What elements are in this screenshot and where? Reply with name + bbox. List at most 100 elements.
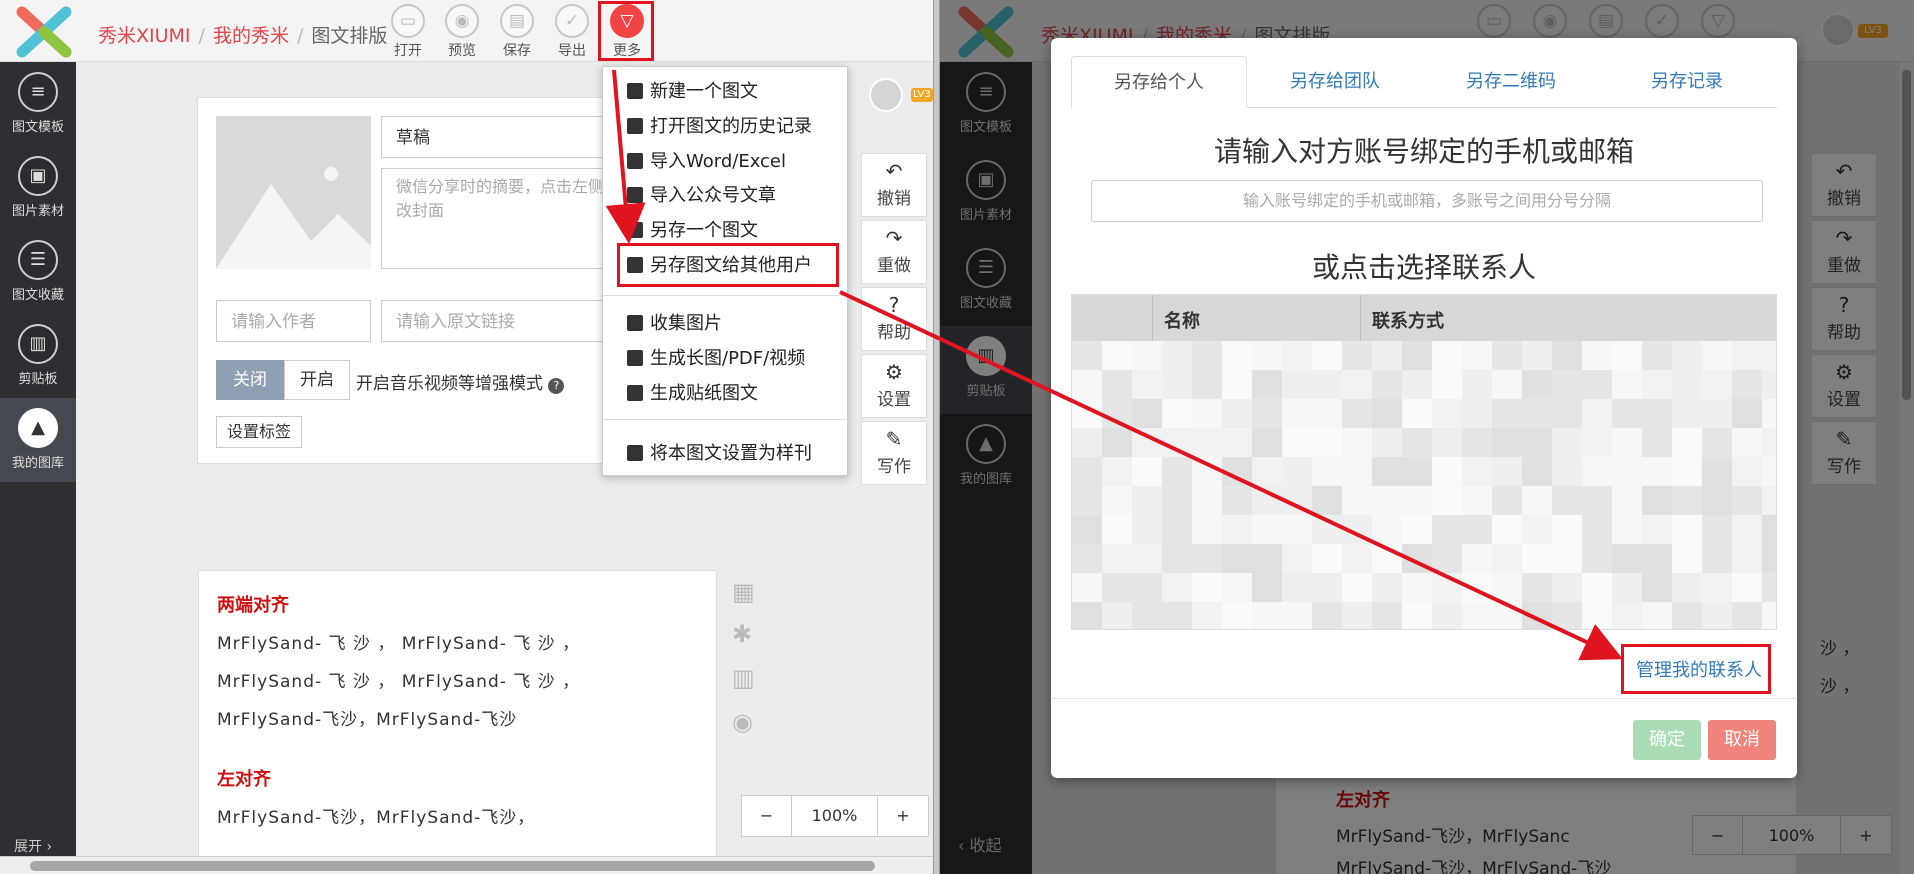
tab-save-history[interactable]: 另存记录 [1599, 56, 1775, 108]
bar-chart-icon[interactable]: ▥ [732, 664, 755, 692]
blur-pixel [1552, 544, 1582, 573]
blur-pixel [1282, 428, 1312, 457]
blur-pixel [1072, 573, 1102, 602]
blur-pixel [1222, 486, 1252, 515]
menu-item-history[interactable]: 打开图文的历史记录 [627, 112, 812, 138]
blur-pixel [1252, 486, 1282, 515]
save-to-user-highlight-box [617, 243, 839, 287]
author-input[interactable]: 请输入作者 [216, 300, 371, 342]
export-button[interactable]: ✓ 导出 [548, 4, 596, 60]
blur-pixel [1072, 544, 1102, 573]
import-icon [627, 153, 643, 169]
blur-pixel [1612, 370, 1642, 399]
blur-pixel [1192, 370, 1222, 399]
help-button[interactable]: ?帮助 [861, 287, 927, 351]
grid-icon[interactable]: ▦ [732, 578, 755, 606]
blur-pixel [1642, 486, 1672, 515]
blurred-contact-rows[interactable] [1072, 341, 1776, 629]
sidebar-item-favorites[interactable]: ☰图文收藏 [0, 230, 76, 314]
blur-pixel [1522, 515, 1552, 544]
title-input[interactable]: 草稿 [381, 116, 638, 158]
save-button[interactable]: ▤ 保存 [493, 4, 541, 60]
sidebar-item-gallery[interactable]: ▲我的图库 [0, 398, 76, 482]
menu-item-set-sample[interactable]: 将本图文设置为样刊 [627, 439, 812, 465]
summary-input[interactable]: 微信分享时的摘要，点击左侧图改封面 [381, 168, 638, 269]
blur-pixel [1192, 602, 1222, 629]
blur-pixel [1462, 399, 1492, 428]
preview-button[interactable]: ◉ 预览 [438, 4, 486, 60]
menu-item-import-word[interactable]: 导入Word/Excel [627, 147, 786, 173]
set-tags-button[interactable]: 设置标签 [216, 416, 302, 448]
toggle-on-button[interactable]: 开启 [284, 360, 350, 400]
menu-item-long-image[interactable]: 生成长图/PDF/视频 [627, 344, 805, 370]
blur-pixel [1642, 515, 1672, 544]
zoom-in-button[interactable]: + [878, 796, 928, 836]
contact-table: 名称 联系方式 [1071, 294, 1777, 630]
tab-save-to-person[interactable]: 另存给个人 [1071, 56, 1247, 108]
blur-pixel [1312, 573, 1342, 602]
editor-card: 草稿 微信分享时的摘要，点击左侧图改封面 请输入作者 请输入原文链接 关闭 开启… [197, 97, 638, 464]
write-button[interactable]: ✎写作 [861, 421, 927, 485]
eye-icon[interactable]: ◉ [732, 708, 753, 736]
blur-pixel [1642, 341, 1672, 370]
cover-placeholder[interactable] [216, 116, 371, 269]
account-input[interactable]: 输入账号绑定的手机或邮箱，多账号之间用分号分隔 [1091, 180, 1763, 222]
question-icon[interactable]: ? [548, 378, 565, 394]
article-content[interactable]: 两端对齐 MrFlySand- 飞 沙 ， MrFlySand- 飞 沙 ， M… [198, 570, 717, 874]
menu-item-collect-images[interactable]: 收集图片 [627, 309, 722, 335]
cancel-button[interactable]: 取消 [1708, 720, 1776, 760]
menu-item-save-copy[interactable]: 另存一个图文 [627, 216, 758, 242]
menu-item-new[interactable]: 新建一个图文 [627, 77, 758, 103]
star-list-icon: ☰ [18, 240, 58, 280]
blur-pixel [1162, 457, 1192, 486]
menu-divider [603, 419, 847, 420]
image-icon: ▣ [18, 156, 58, 196]
blur-pixel [1132, 544, 1162, 573]
settings-button[interactable]: ⚙设置 [861, 354, 927, 418]
preview-icon: ◉ [445, 4, 479, 38]
toggle-off-button[interactable]: 关闭 [216, 360, 284, 400]
tab-save-to-team[interactable]: 另存给团队 [1247, 56, 1423, 108]
breadcrumb-mine[interactable]: 我的秀米 [213, 25, 289, 47]
xiumi-logo-icon[interactable] [16, 6, 72, 58]
blur-pixel [1252, 544, 1282, 573]
blur-pixel [1522, 399, 1552, 428]
blur-pixel [1762, 370, 1776, 399]
source-link-input[interactable]: 请输入原文链接 [381, 300, 638, 342]
blur-pixel [1462, 602, 1492, 629]
blur-pixel [1252, 428, 1282, 457]
redo-button[interactable]: ↷重做 [861, 220, 927, 284]
blur-pixel [1492, 399, 1522, 428]
horizontal-scrollbar[interactable] [0, 856, 933, 874]
menu-item-sticker[interactable]: 生成贴纸图文 [627, 379, 758, 405]
tab-save-qrcode[interactable]: 另存二维码 [1423, 56, 1599, 108]
avatar[interactable] [869, 78, 903, 112]
blur-pixel [1552, 457, 1582, 486]
blur-pixel [1132, 399, 1162, 428]
breadcrumb-site[interactable]: 秀米XIUMI [98, 25, 191, 47]
menu-item-import-article[interactable]: 导入公众号文章 [627, 181, 776, 207]
printer-icon: ▤ [500, 4, 534, 38]
undo-button[interactable]: ↶撤销 [861, 153, 927, 217]
sidebar-item-templates[interactable]: ≡图文模板 [0, 62, 76, 146]
open-button[interactable]: ▭ 打开 [384, 4, 432, 60]
right-window: 秀米XIUMI/我的秀米/图文排版 ▭ ◉ ▤ ✓ ▽ LV3 ≡图文模板 ▣图… [940, 0, 1914, 874]
blur-pixel [1522, 602, 1552, 629]
blur-pixel [1612, 602, 1642, 629]
blur-pixel [1102, 486, 1132, 515]
sidebar-item-images[interactable]: ▣图片素材 [0, 146, 76, 230]
asterisk-icon[interactable]: ✱ [732, 620, 752, 648]
breadcrumb: 秀米XIUMI/我的秀米/图文排版 [98, 25, 388, 47]
expand-button[interactable]: 展开 › [14, 836, 52, 856]
blur-pixel [1252, 399, 1282, 428]
confirm-button[interactable]: 确定 [1633, 720, 1701, 760]
import-icon [627, 187, 643, 203]
paragraph-line: MrFlySand- 飞 沙 ， MrFlySand- 飞 沙 ， [217, 672, 581, 692]
blur-pixel [1282, 341, 1312, 370]
sidebar-item-clipboard[interactable]: ▥剪贴板 [0, 314, 76, 398]
blur-pixel [1672, 573, 1702, 602]
scrollbar-thumb[interactable] [30, 861, 875, 871]
blur-pixel [1732, 428, 1762, 457]
zoom-out-button[interactable]: − [742, 796, 792, 836]
blur-pixel [1462, 457, 1492, 486]
